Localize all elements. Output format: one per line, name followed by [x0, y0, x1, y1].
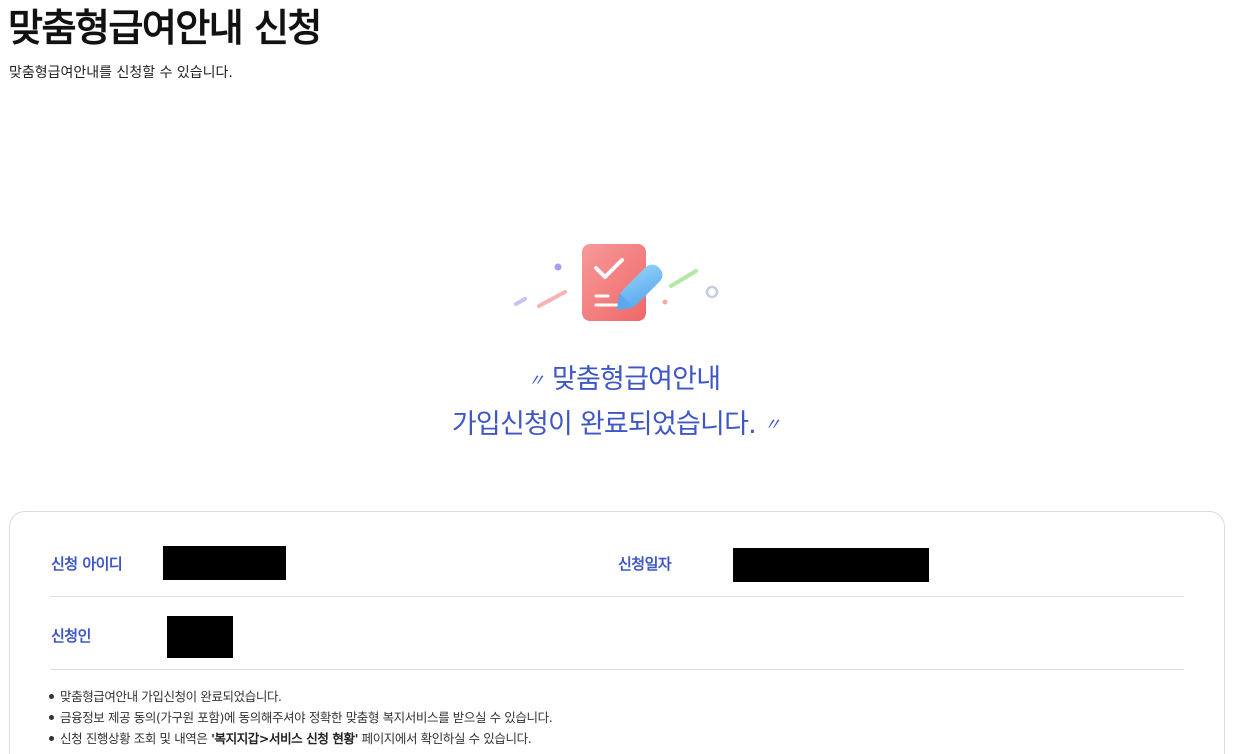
- apply-date-value-redacted: [733, 548, 929, 582]
- notice-list: 맞춤형급여안내 가입신청이 완료되었습니다. 금융정보 제공 동의(가구원 포함…: [48, 686, 553, 749]
- notice-item: 금융정보 제공 동의(가구원 포함)에 동의해주셔야 정확한 맞춤형 복지서비스…: [48, 707, 553, 728]
- confetti-ring: [705, 285, 719, 299]
- notice-text: 페이지에서 확인하실 수 있습니다.: [358, 731, 532, 746]
- confetti-dash-green: [669, 269, 698, 288]
- apply-date-label: 신청일자: [618, 555, 672, 573]
- application-info-card: 신청 아이디 신청일자 신청인 맞춤형급여안내 가입신청이 완료되었습니다. 금…: [9, 511, 1225, 754]
- info-row-id-date: 신청 아이디 신청일자: [50, 512, 1184, 597]
- checklist-document-pen-icon: [514, 244, 719, 321]
- completion-message-line1: 〃 맞춤형급여안내: [320, 358, 920, 403]
- page-subtitle: 맞춤형급여안내를 신청할 수 있습니다.: [9, 65, 233, 81]
- completion-service-name: 맞춤형급여안내: [551, 364, 721, 395]
- application-complete-page: 맞춤형급여안내 신청 맞춤형급여안내를 신청할 수 있습니다. 〃 맞춤형급여안…: [0, 0, 1240, 754]
- completion-illustration: [508, 238, 728, 328]
- service-status-path: '복지지갑>서비스 신청 현황': [211, 731, 359, 746]
- open-quote: 〃: [527, 370, 545, 391]
- page-title: 맞춤형급여안내 신청: [8, 6, 322, 50]
- confetti-dot-purple: [554, 263, 562, 271]
- applicant-id-value-redacted: [163, 546, 286, 580]
- completion-message-line2: 가입신청이 완료되었습니다. 〃: [320, 403, 920, 448]
- info-row-applicant: 신청인: [50, 597, 1184, 670]
- applicant-value-redacted: [167, 616, 233, 658]
- completion-message: 〃 맞춤형급여안내 가입신청이 완료되었습니다. 〃: [320, 358, 920, 447]
- applicant-label: 신청인: [51, 627, 91, 645]
- notice-item: 신청 진행상황 조회 및 내역은 '복지지갑>서비스 신청 현황' 페이지에서 …: [48, 728, 552, 749]
- confetti-dash-pink: [537, 290, 567, 308]
- notice-text: 신청 진행상황 조회 및 내역은: [60, 731, 212, 746]
- confetti-dash-purple: [514, 297, 527, 306]
- confetti-dot-pink: [662, 299, 668, 305]
- applicant-id-label: 신청 아이디: [51, 555, 123, 573]
- notice-item: 맞춤형급여안내 가입신청이 완료되었습니다.: [48, 686, 552, 707]
- completion-status-text: 가입신청이 완료되었습니다.: [451, 408, 757, 440]
- close-quote: 〃: [763, 415, 781, 435]
